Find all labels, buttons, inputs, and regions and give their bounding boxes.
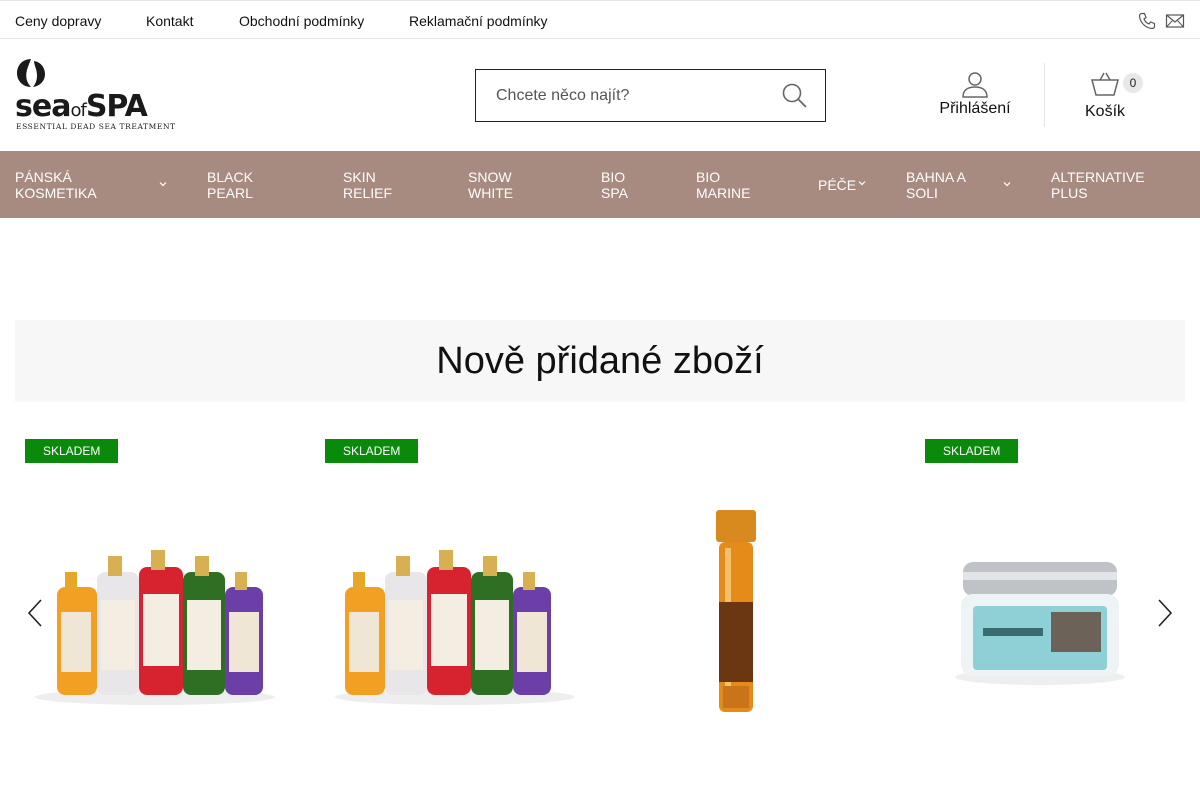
brand-logo[interactable]: seaofSPA ESSENTIAL DEAD SEA TREATMENT bbox=[15, 58, 185, 132]
section-title: Nově přidané zboží bbox=[436, 340, 764, 382]
link-contact[interactable]: Kontakt bbox=[146, 13, 193, 29]
header-divider bbox=[1044, 63, 1045, 127]
category-nav: PÁNSKÁ KOSMETIKA BLACK PEARL SKIN RELIEF SN… bbox=[0, 151, 1200, 218]
link-shipping-prices[interactable]: Ceny dopravy bbox=[15, 13, 101, 29]
product-image[interactable] bbox=[315, 472, 595, 752]
stock-badge: SKLADEM bbox=[325, 439, 419, 463]
login-button[interactable]: Přihlášení bbox=[930, 70, 1020, 126]
search-box bbox=[475, 69, 826, 122]
user-icon bbox=[962, 72, 988, 98]
product-image[interactable] bbox=[615, 472, 895, 752]
nav-item-bio-marine[interactable]: BIO MARINE bbox=[696, 169, 750, 201]
nav-item-skin-relief[interactable]: SKIN RELIEF bbox=[343, 169, 392, 201]
stock-badge: SKLADEM bbox=[25, 439, 119, 463]
logo-leaf-icon bbox=[17, 59, 45, 87]
product-card[interactable]: SKLADEM bbox=[315, 432, 595, 762]
basket-icon bbox=[1091, 72, 1119, 96]
chevron-down-icon[interactable] bbox=[1003, 180, 1011, 188]
mail-icon[interactable] bbox=[1165, 11, 1185, 31]
phone-icon[interactable] bbox=[1137, 11, 1157, 31]
link-terms[interactable]: Obchodní podmínky bbox=[239, 13, 364, 29]
chevron-down-icon[interactable] bbox=[858, 179, 866, 187]
login-label: Přihlášení bbox=[939, 100, 1011, 117]
carousel-prev-arrow[interactable] bbox=[20, 596, 50, 630]
stock-badge: SKLADEM bbox=[925, 439, 1019, 463]
nav-item-snow-white[interactable]: SNOW WHITE bbox=[468, 169, 513, 201]
search-input[interactable] bbox=[476, 70, 766, 121]
cart-button[interactable]: 0 Košík bbox=[1075, 70, 1145, 126]
link-complaints[interactable]: Reklamační podmínky bbox=[409, 13, 548, 29]
carousel-next-arrow[interactable] bbox=[1150, 596, 1180, 630]
top-utility-bar: Ceny dopravy Kontakt Obchodní podmínky R… bbox=[0, 0, 1200, 39]
cart-count-badge: 0 bbox=[1123, 73, 1143, 93]
search-icon[interactable] bbox=[781, 82, 809, 110]
nav-item-care[interactable]: PÉČE bbox=[818, 177, 856, 193]
nav-item-black-pearl[interactable]: BLACK PEARL bbox=[207, 169, 253, 201]
brand-tagline: ESSENTIAL DEAD SEA TREATMENT bbox=[16, 122, 176, 131]
product-card[interactable] bbox=[615, 432, 895, 762]
product-image[interactable] bbox=[15, 472, 295, 752]
cart-label: Košík bbox=[1085, 103, 1126, 120]
chevron-down-icon[interactable] bbox=[159, 180, 167, 188]
nav-item-mens-cosmetics[interactable]: PÁNSKÁ KOSMETIKA bbox=[15, 169, 97, 201]
product-card[interactable]: SKLADEM bbox=[15, 432, 295, 762]
new-products-header: Nově přidané zboží bbox=[15, 320, 1185, 402]
nav-item-bio-spa[interactable]: BIO SPA bbox=[601, 169, 628, 201]
nav-item-muds-and-salts[interactable]: BAHNA A SOLI bbox=[906, 169, 966, 201]
nav-item-alternative-plus[interactable]: ALTERNATIVE PLUS bbox=[1051, 169, 1145, 201]
brand-wordmark: seaofSPA bbox=[15, 89, 148, 124]
